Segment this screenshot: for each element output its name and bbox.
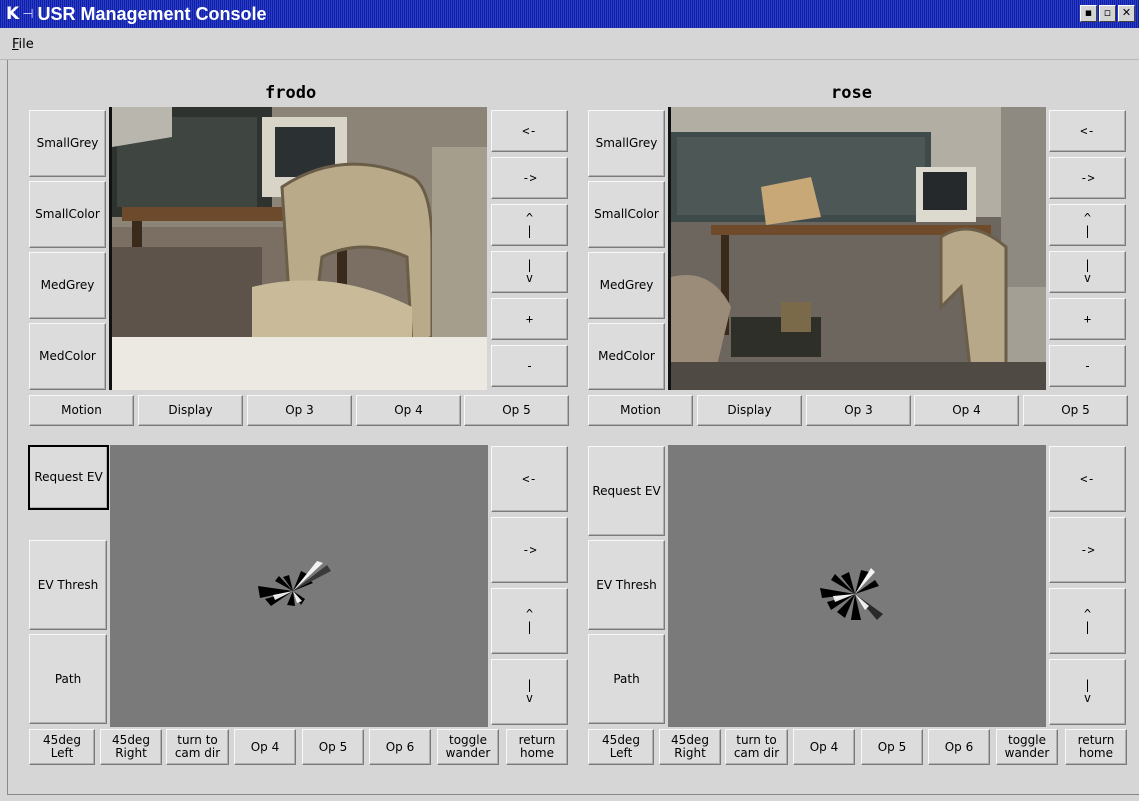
turn-left-45-button[interactable]: 45deg Left (588, 729, 654, 765)
small-grey-button[interactable]: SmallGrey (29, 110, 106, 177)
map-pan-down-button[interactable]: | v (1049, 659, 1126, 725)
map-pan-right-button[interactable]: -> (491, 517, 568, 583)
map-view-rose (668, 445, 1046, 727)
display-button[interactable]: Display (697, 395, 802, 426)
request-ev-button[interactable]: Request EV (588, 446, 665, 536)
menu-file-rest: ile (18, 37, 34, 52)
map-pan-up-button[interactable]: ^ | (491, 588, 568, 654)
turn-left-45-button[interactable]: 45deg Left (29, 729, 95, 765)
motion-button[interactable]: Motion (29, 395, 134, 426)
ev-thresh-button[interactable]: EV Thresh (29, 540, 107, 630)
camera-zoom-out-button[interactable]: - (491, 345, 568, 387)
map-op5-button[interactable]: Op 5 (302, 729, 364, 765)
small-grey-button[interactable]: SmallGrey (588, 110, 665, 177)
camera-tilt-down-button[interactable]: | v (491, 251, 568, 293)
maximize-button[interactable]: ▫ (1099, 5, 1116, 22)
window-controls: ▪ ▫ ✕ (1080, 5, 1135, 22)
camera-op4-button[interactable]: Op 4 (356, 395, 461, 426)
title-bar[interactable]: K ⊣ USR Management Console ▪ ▫ ✕ (0, 0, 1139, 28)
robot-name-frodo: frodo (265, 83, 317, 103)
camera-tilt-up-button[interactable]: ^ | (1049, 204, 1126, 246)
camera-tilt-down-button[interactable]: | v (1049, 251, 1126, 293)
camera-image-frodo (112, 107, 487, 390)
display-button[interactable]: Display (138, 395, 243, 426)
path-button[interactable]: Path (29, 634, 107, 724)
med-color-button[interactable]: MedColor (29, 323, 106, 390)
med-grey-button[interactable]: MedGrey (29, 252, 106, 319)
pin-icon[interactable]: ⊣ (22, 7, 33, 22)
return-home-button[interactable]: return home (1065, 729, 1127, 765)
sonar-map-rose (820, 568, 883, 620)
camera-pan-left-button[interactable]: <- (491, 110, 568, 152)
map-op6-button[interactable]: Op 6 (928, 729, 990, 765)
map-pan-up-button[interactable]: ^ | (1049, 588, 1126, 654)
camera-pan-right-button[interactable]: -> (1049, 157, 1126, 199)
window-title: USR Management Console (37, 3, 267, 24)
camera-op3-button[interactable]: Op 3 (247, 395, 352, 426)
map-pan-left-button[interactable]: <- (491, 446, 568, 512)
med-grey-button[interactable]: MedGrey (588, 252, 665, 319)
camera-tilt-up-button[interactable]: ^ | (491, 204, 568, 246)
camera-op5-button[interactable]: Op 5 (1023, 395, 1128, 426)
map-view-frodo (110, 445, 488, 727)
sonar-map-frodo (258, 561, 331, 606)
camera-image-rose (671, 107, 1046, 390)
map-op5-button[interactable]: Op 5 (861, 729, 923, 765)
kde-logo-icon[interactable]: K (6, 4, 19, 24)
camera-op3-button[interactable]: Op 3 (806, 395, 911, 426)
camera-op4-button[interactable]: Op 4 (914, 395, 1019, 426)
path-button[interactable]: Path (588, 634, 665, 724)
camera-pan-left-button[interactable]: <- (1049, 110, 1126, 152)
camera-view-frodo (109, 107, 487, 390)
turn-to-cam-dir-button[interactable]: turn to cam dir (725, 729, 788, 765)
small-color-button[interactable]: SmallColor (588, 181, 665, 248)
toggle-wander-button[interactable]: toggle wander (996, 729, 1058, 765)
camera-pan-right-button[interactable]: -> (491, 157, 568, 199)
camera-view-rose (668, 107, 1046, 390)
map-op4-button[interactable]: Op 4 (234, 729, 296, 765)
bottom-edge (7, 795, 1139, 801)
map-pan-down-button[interactable]: | v (491, 659, 568, 725)
turn-right-45-button[interactable]: 45deg Right (100, 729, 162, 765)
turn-to-cam-dir-button[interactable]: turn to cam dir (166, 729, 229, 765)
motion-button[interactable]: Motion (588, 395, 693, 426)
camera-zoom-out-button[interactable]: - (1049, 345, 1126, 387)
camera-zoom-in-button[interactable]: + (1049, 298, 1126, 340)
close-button[interactable]: ✕ (1118, 5, 1135, 22)
map-pan-right-button[interactable]: -> (1049, 517, 1126, 583)
med-color-button[interactable]: MedColor (588, 323, 665, 390)
toggle-wander-button[interactable]: toggle wander (437, 729, 499, 765)
map-pan-left-button[interactable]: <- (1049, 446, 1126, 512)
small-color-button[interactable]: SmallColor (29, 181, 106, 248)
return-home-button[interactable]: return home (506, 729, 568, 765)
robot-name-rose: rose (831, 83, 872, 103)
map-op6-button[interactable]: Op 6 (369, 729, 431, 765)
camera-zoom-in-button[interactable]: + (491, 298, 568, 340)
menu-bar: File (0, 28, 1139, 60)
minimize-button[interactable]: ▪ (1080, 5, 1097, 22)
camera-op5-button[interactable]: Op 5 (464, 395, 569, 426)
map-op4-button[interactable]: Op 4 (793, 729, 855, 765)
menu-file[interactable]: File (12, 37, 34, 52)
turn-right-45-button[interactable]: 45deg Right (659, 729, 721, 765)
ev-thresh-button[interactable]: EV Thresh (588, 540, 665, 630)
request-ev-button[interactable]: Request EV (28, 445, 109, 510)
